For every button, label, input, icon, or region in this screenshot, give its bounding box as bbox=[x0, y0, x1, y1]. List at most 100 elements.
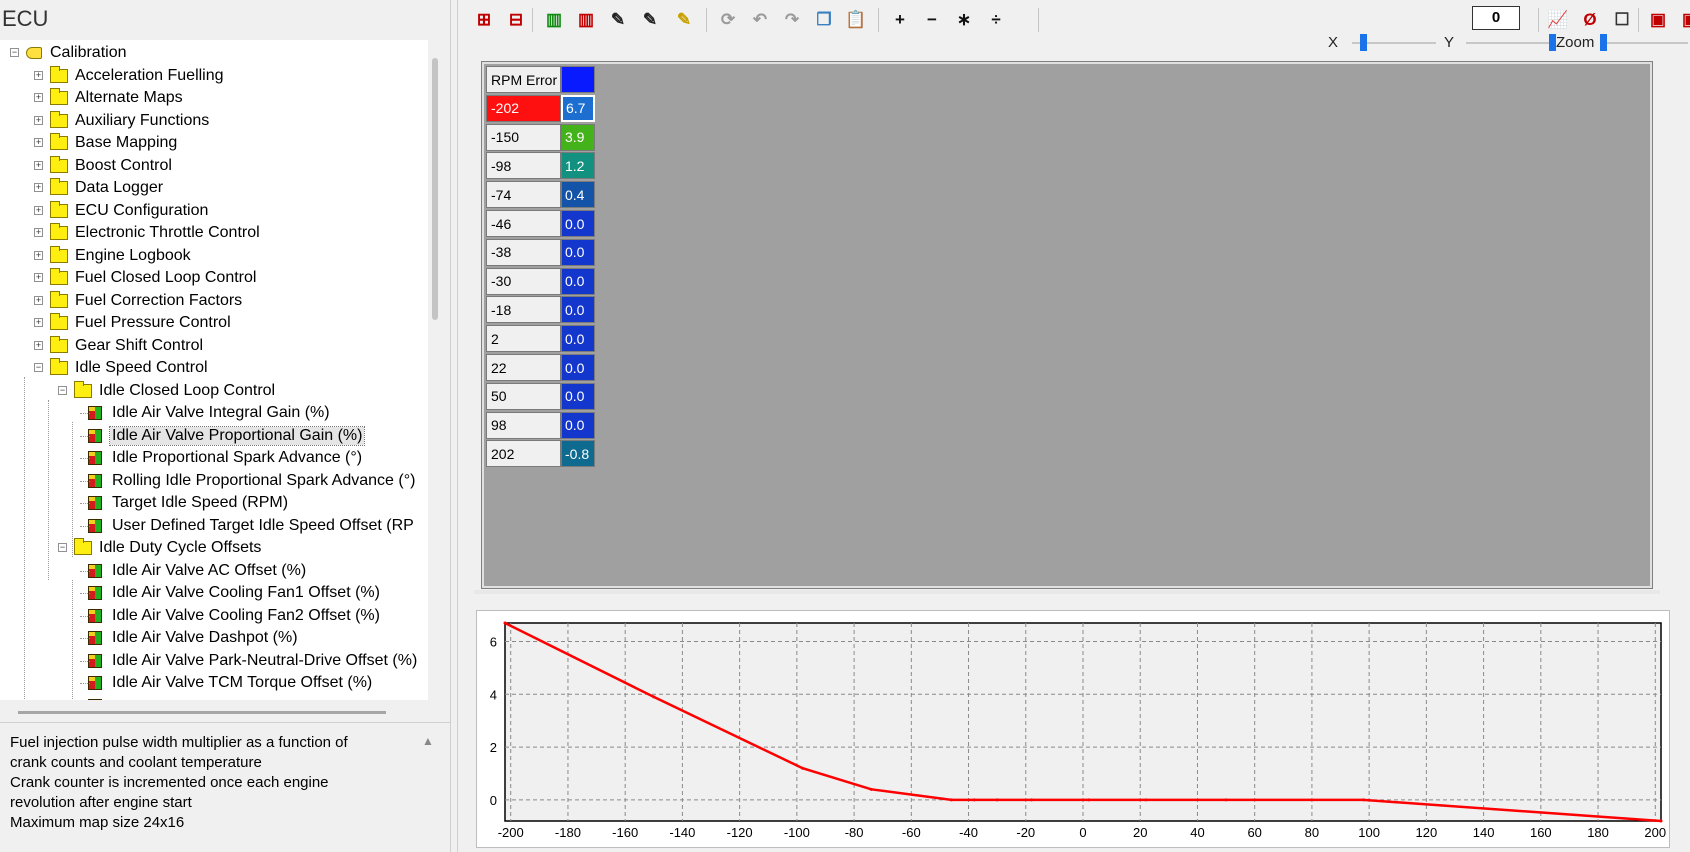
copy-icon[interactable]: ❐ bbox=[812, 8, 836, 32]
rpm-axis-cell[interactable]: 50 bbox=[486, 382, 561, 410]
refresh-icon[interactable]: ⟳ bbox=[716, 8, 740, 32]
expand-icon[interactable]: + bbox=[34, 295, 43, 305]
map-value-cell[interactable]: 0.0 bbox=[561, 238, 595, 266]
redo-icon[interactable]: ↷ bbox=[780, 8, 804, 32]
zoom-slider-track[interactable] bbox=[1600, 42, 1688, 44]
expand-icon[interactable]: + bbox=[34, 70, 43, 80]
tree-folder[interactable]: Fuel Correction Factors bbox=[50, 290, 244, 312]
tree-map-item[interactable]: Rolling Idle Proportional Spark Advance … bbox=[88, 470, 417, 492]
tree-map-item[interactable]: Idle Air Valve TCM Torque Offset (%) bbox=[88, 672, 374, 694]
tree-horizontal-scrollbar[interactable] bbox=[18, 711, 386, 714]
tree-map-item[interactable]: Idle Air Valve Dashpot (%) bbox=[88, 627, 300, 649]
divide-icon[interactable]: ÷ bbox=[984, 8, 1008, 32]
tree-folder[interactable]: Base Mapping bbox=[50, 132, 179, 154]
map-value-cell[interactable]: 0.0 bbox=[561, 296, 595, 324]
rpm-axis-cell[interactable]: -46 bbox=[486, 210, 561, 237]
insert-row-icon[interactable]: ⊞ bbox=[472, 8, 496, 32]
tree-map-item[interactable]: Idle Air Valve Park-Neutral-Drive Offset… bbox=[88, 650, 419, 672]
calibration-tree[interactable]: Calibration − Acceleration Fuelling + Altern… bbox=[0, 40, 428, 700]
axis-header-cell[interactable]: RPM Error bbox=[486, 66, 561, 93]
expand-icon[interactable]: + bbox=[34, 318, 43, 327]
rpm-axis-cell[interactable]: -74 bbox=[486, 181, 561, 209]
tree-root[interactable]: Calibration bbox=[26, 42, 128, 64]
delete-row-icon[interactable]: ⊟ bbox=[504, 8, 528, 32]
y-slider-thumb[interactable] bbox=[1549, 34, 1556, 51]
map-value-cell[interactable]: 0.4 bbox=[561, 181, 595, 209]
map-value-cell[interactable]: 3.9 bbox=[561, 123, 595, 151]
checkbox-icon[interactable]: ☐ bbox=[1610, 8, 1634, 32]
rpm-axis-cell[interactable]: -202 bbox=[486, 94, 561, 122]
tree-map-item[interactable]: Idle Air Valve Proportional Gain (%) bbox=[88, 425, 366, 447]
rpm-axis-cell[interactable]: -18 bbox=[486, 296, 561, 324]
description-scroll-up-icon[interactable]: ▲ bbox=[422, 734, 434, 748]
map-value-cell[interactable]: 0.0 bbox=[561, 210, 595, 237]
rpm-axis-cell[interactable]: -30 bbox=[486, 267, 561, 295]
rpm-axis-cell[interactable]: -150 bbox=[486, 123, 561, 151]
expand-icon[interactable]: + bbox=[34, 93, 43, 102]
tree-folder[interactable]: Gear Shift Control bbox=[50, 335, 205, 357]
clear-graph-icon[interactable]: Ø bbox=[1578, 8, 1602, 32]
tree-folder[interactable]: Acceleration Fuelling bbox=[50, 65, 226, 87]
vertical-splitter[interactable] bbox=[450, 0, 458, 852]
tree-folder[interactable]: Idle Speed Control bbox=[50, 357, 210, 379]
operand-input[interactable]: 0 bbox=[1472, 6, 1520, 30]
edit-axis-alt-icon[interactable]: ✎ bbox=[638, 8, 662, 32]
subtract-icon[interactable]: − bbox=[920, 8, 944, 32]
rpm-axis-cell[interactable]: 202 bbox=[486, 440, 561, 468]
undo-icon[interactable]: ↶ bbox=[748, 8, 772, 32]
tree-map-item[interactable]: Idle Proportional Spark Advance (°) bbox=[88, 447, 364, 469]
expand-icon[interactable]: + bbox=[34, 205, 43, 215]
tree-folder[interactable]: Idle Duty Cycle Offsets bbox=[74, 537, 263, 559]
map-value-cell[interactable]: 0.0 bbox=[561, 325, 595, 353]
highlighter-icon[interactable]: ✎ bbox=[672, 8, 696, 32]
tree-map-item[interactable]: Idle Air Valve AC Offset (%) bbox=[88, 560, 308, 582]
expand-icon[interactable]: + bbox=[34, 160, 43, 170]
add-icon[interactable]: + bbox=[888, 8, 912, 32]
expand-icon[interactable]: + bbox=[34, 273, 43, 282]
tree-map-item[interactable]: Target Idle Speed (RPM) bbox=[88, 492, 290, 514]
tree-map-item[interactable]: Idle Air Valve Cooling Fan1 Offset (%) bbox=[88, 582, 382, 604]
expand-icon[interactable]: + bbox=[34, 228, 43, 237]
tree-folder[interactable]: Data Logger bbox=[50, 177, 165, 199]
rpm-axis-cell[interactable]: 98 bbox=[486, 411, 561, 439]
rpm-axis-cell[interactable]: -38 bbox=[486, 238, 561, 266]
expand-icon[interactable]: + bbox=[34, 183, 43, 192]
map-value-cell[interactable]: 0.0 bbox=[561, 354, 595, 381]
expand-icon[interactable]: + bbox=[34, 115, 43, 125]
map-value-cell[interactable]: 0.0 bbox=[561, 382, 595, 410]
map-export-icon[interactable]: ▣ bbox=[1678, 8, 1690, 32]
tree-map-item[interactable]: Idle Air Valve Integral Gain (%) bbox=[88, 402, 332, 424]
multiply-icon[interactable]: ∗ bbox=[952, 8, 976, 32]
tree-map-item[interactable]: Idle Air Valve Cooling Fan2 Offset (%) bbox=[88, 605, 382, 627]
tree-vertical-scrollbar[interactable] bbox=[432, 58, 438, 320]
tree-folder[interactable]: Idle Closed Loop Control bbox=[74, 380, 277, 402]
edit-axis-icon[interactable]: ✎ bbox=[606, 8, 630, 32]
tree-map-item[interactable] bbox=[88, 695, 114, 700]
collapse-icon[interactable]: − bbox=[58, 385, 67, 395]
header-value-cell[interactable] bbox=[561, 66, 595, 93]
collapse-icon[interactable]: − bbox=[58, 543, 67, 552]
map-value-cell[interactable]: 1.2 bbox=[561, 152, 595, 180]
tree-folder[interactable]: Electronic Throttle Control bbox=[50, 222, 262, 244]
expand-icon[interactable]: + bbox=[34, 250, 43, 260]
rpm-axis-cell[interactable]: 2 bbox=[486, 325, 561, 353]
map-3d-icon[interactable]: ▣ bbox=[1646, 8, 1670, 32]
delete-column-icon[interactable]: ▥ bbox=[574, 8, 598, 32]
expand-icon[interactable]: + bbox=[34, 138, 43, 147]
expand-icon[interactable]: + bbox=[34, 340, 43, 350]
tree-map-item[interactable]: User Defined Target Idle Speed Offset (R… bbox=[88, 515, 416, 537]
tree-folder[interactable]: Alternate Maps bbox=[50, 87, 185, 109]
rpm-axis-cell[interactable]: -98 bbox=[486, 152, 561, 180]
x-slider-thumb[interactable] bbox=[1359, 34, 1367, 51]
tree-folder[interactable]: Fuel Pressure Control bbox=[50, 312, 233, 334]
rpm-axis-cell[interactable]: 22 bbox=[486, 354, 561, 381]
collapse-icon[interactable]: − bbox=[34, 363, 43, 372]
panel-splitter[interactable] bbox=[0, 722, 452, 723]
tree-folder[interactable]: ECU Configuration bbox=[50, 200, 210, 222]
map-value-cell[interactable]: 6.7 bbox=[561, 94, 595, 122]
tree-folder[interactable]: Fuel Closed Loop Control bbox=[50, 267, 258, 289]
table-horizontal-scrollbar[interactable] bbox=[474, 590, 1660, 594]
map-value-cell[interactable]: 0.0 bbox=[561, 411, 595, 439]
zoom-slider-thumb[interactable] bbox=[1600, 34, 1607, 51]
tree-folder[interactable]: Engine Logbook bbox=[50, 245, 193, 267]
